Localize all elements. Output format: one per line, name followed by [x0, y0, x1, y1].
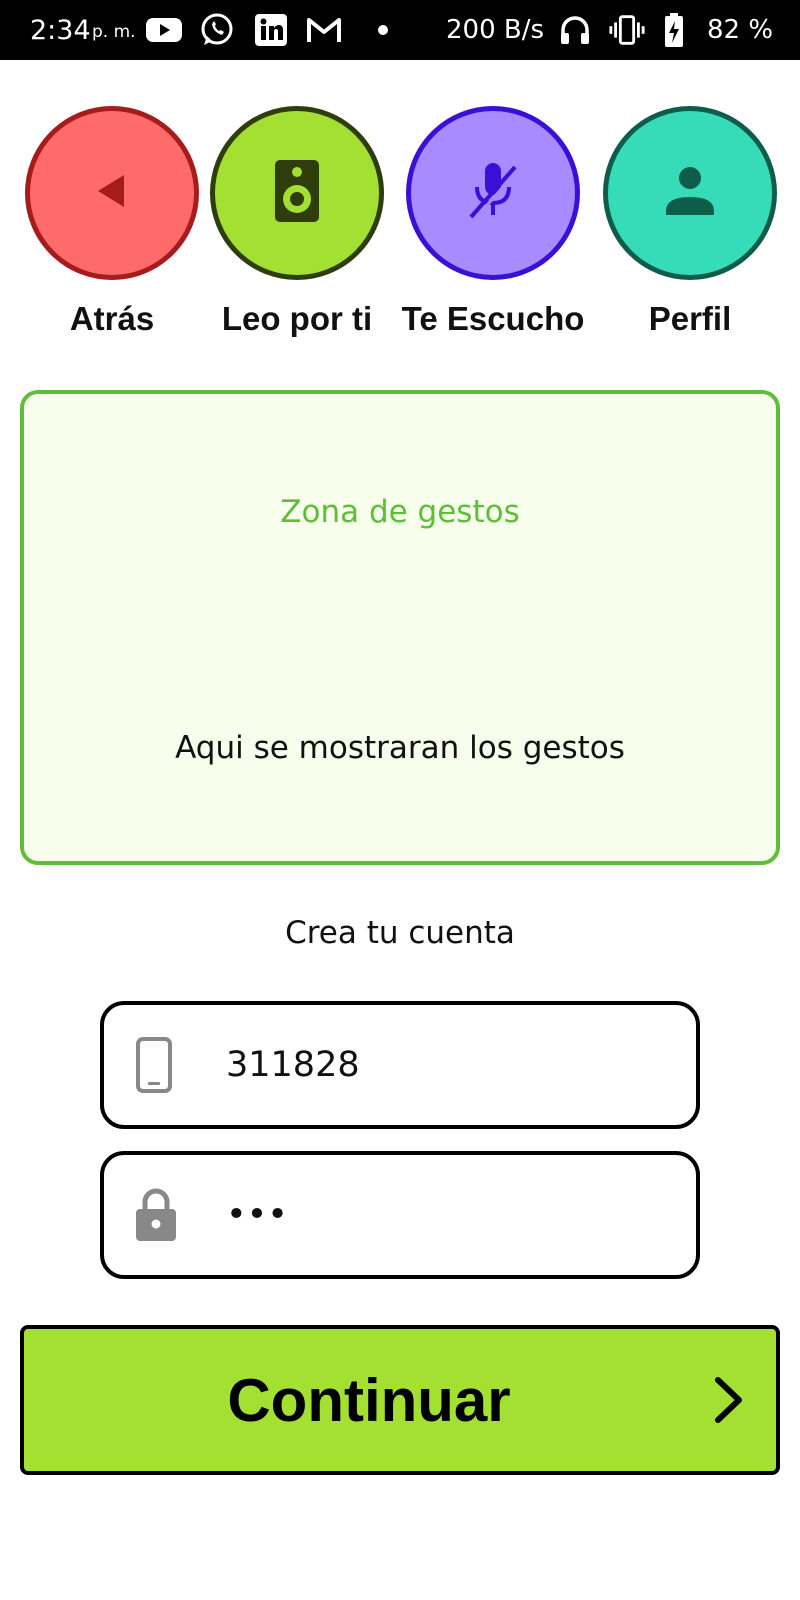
phone-input[interactable]: 311828: [226, 1005, 360, 1125]
gmail-icon: [305, 0, 343, 60]
mic-off-icon: [463, 159, 523, 228]
profile-label: Perfil: [648, 300, 732, 337]
back-triangle-icon: [92, 171, 132, 216]
back-label: Atrás: [69, 300, 155, 337]
listen-label: Te Escucho: [401, 300, 585, 337]
continue-label: Continuar: [227, 1366, 511, 1434]
back-button[interactable]: [25, 106, 199, 280]
headphones-icon: [556, 0, 594, 60]
whatsapp-icon: [198, 0, 236, 60]
network-speed: 200 B/s: [446, 15, 545, 45]
linkedin-icon: [252, 0, 290, 60]
continue-button[interactable]: Continuar: [20, 1325, 780, 1475]
phone-field[interactable]: 311828: [100, 1001, 700, 1129]
password-input[interactable]: •••: [226, 1155, 288, 1275]
form-heading: Crea tu cuenta: [285, 915, 515, 951]
gesture-zone-title: Zona de gestos: [280, 494, 520, 530]
battery-percent: 82 %: [707, 15, 774, 45]
profile-button[interactable]: [603, 106, 777, 280]
password-field[interactable]: •••: [100, 1151, 700, 1279]
battery-charging-icon: [662, 0, 686, 60]
status-ampm: p. m.: [92, 22, 136, 42]
gesture-zone[interactable]: Zona de gestos Aqui se mostraran los ges…: [20, 390, 780, 865]
youtube-icon: [145, 0, 183, 60]
vibrate-icon: [608, 0, 646, 60]
person-icon: [662, 163, 718, 224]
notification-dot: [378, 0, 392, 60]
speaker-icon: [274, 159, 320, 228]
read-for-you-button[interactable]: [210, 106, 384, 280]
phone-icon: [134, 1005, 174, 1125]
read-for-you-label: Leo por ti: [221, 300, 373, 337]
lock-icon: [134, 1155, 178, 1275]
chevron-right-icon: [712, 1329, 746, 1471]
status-time: 2:34: [30, 14, 91, 46]
gesture-zone-subtitle: Aqui se mostraran los gestos: [175, 730, 625, 766]
status-bar: 2:34 p. m. 200 B/s 82 %: [0, 0, 800, 60]
listen-button[interactable]: [406, 106, 580, 280]
